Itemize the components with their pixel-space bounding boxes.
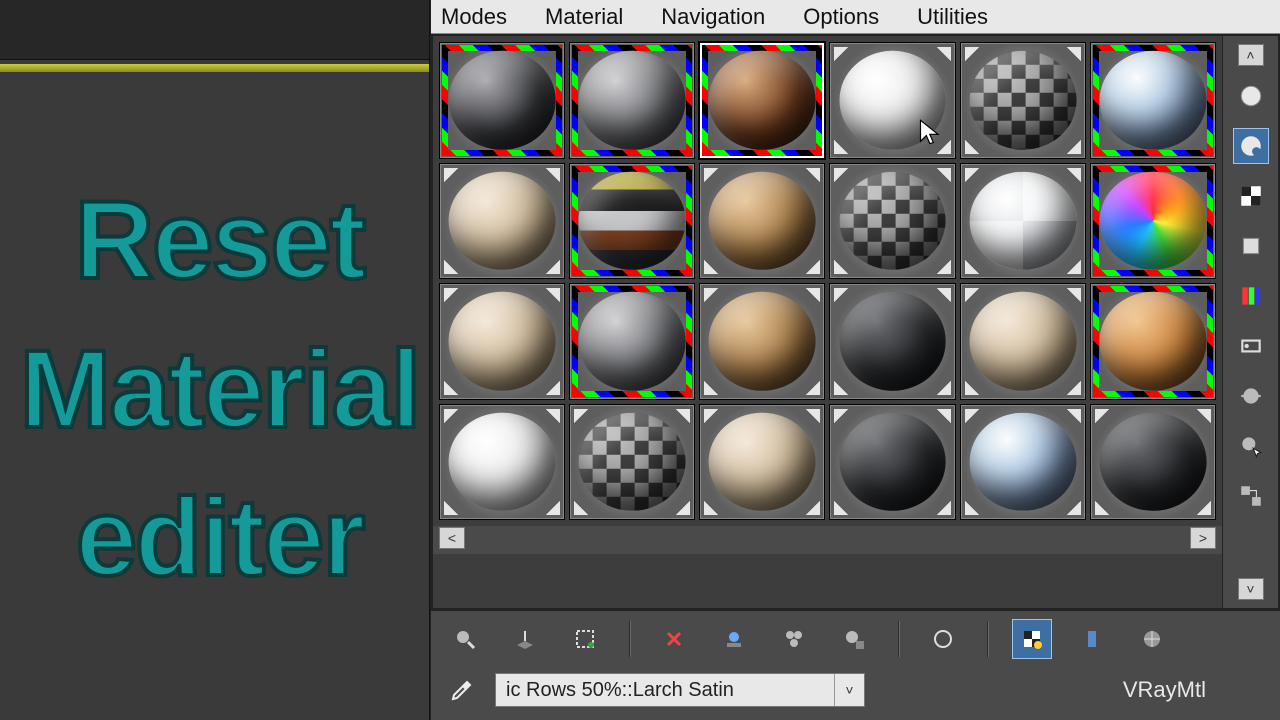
separator <box>898 621 899 657</box>
sample-slot[interactable] <box>960 283 1086 400</box>
go-to-parent-icon[interactable] <box>1012 619 1052 659</box>
separator <box>629 621 630 657</box>
sample-slot[interactable] <box>699 404 825 521</box>
sample-slot[interactable] <box>829 283 955 400</box>
menu-material[interactable]: Material <box>545 4 623 30</box>
video-preview-icon[interactable] <box>1233 328 1269 364</box>
material-sphere-icon <box>1100 292 1207 390</box>
show-in-viewport-icon[interactable] <box>834 619 874 659</box>
backlight-icon[interactable] <box>1233 228 1269 264</box>
horizontal-scrollbar: < > <box>433 526 1222 554</box>
color-check-icon[interactable] <box>1233 278 1269 314</box>
material-sphere-icon <box>579 172 686 270</box>
sample-slot[interactable] <box>829 404 955 521</box>
material-sphere-icon <box>839 413 946 511</box>
material-sphere-icon <box>1100 51 1207 149</box>
material-sphere-icon <box>839 172 946 270</box>
sample-slot[interactable] <box>439 42 565 159</box>
sample-slot[interactable] <box>960 404 1086 521</box>
overlay-line-1: Reset <box>75 167 365 316</box>
menubar: Modes Material Navigation Options Utilit… <box>431 0 1280 34</box>
side-toolbar: ˄ ˅ <box>1222 34 1280 610</box>
material-sphere-icon <box>709 292 816 390</box>
accent-bar <box>0 64 429 72</box>
material-sphere-icon <box>969 51 1076 149</box>
sample-slot[interactable] <box>569 283 695 400</box>
material-sphere-icon <box>1100 413 1207 511</box>
select-by-material-icon[interactable] <box>1233 428 1269 464</box>
eyedropper-icon[interactable] <box>445 673 479 707</box>
sample-slot[interactable] <box>960 42 1086 159</box>
separator <box>987 621 988 657</box>
material-sphere-icon <box>969 413 1076 511</box>
sample-slot[interactable] <box>699 163 825 280</box>
go-forward-icon[interactable] <box>1072 619 1112 659</box>
material-sphere-icon <box>709 413 816 511</box>
bottom-toolbar <box>431 610 1280 666</box>
background-checker-icon[interactable] <box>1233 178 1269 214</box>
menu-utilities[interactable]: Utilities <box>917 4 988 30</box>
material-name-field[interactable]: ˅ <box>495 673 865 707</box>
put-to-library-icon[interactable] <box>714 619 754 659</box>
get-material-icon[interactable] <box>445 619 485 659</box>
material-sphere-icon <box>839 51 946 149</box>
material-sphere-icon <box>449 413 556 511</box>
sample-slot[interactable] <box>439 404 565 521</box>
sample-slot[interactable] <box>439 163 565 280</box>
sample-slot[interactable] <box>1090 163 1216 280</box>
pick-material-icon[interactable] <box>1132 619 1172 659</box>
material-name-row: ˅ VRayMtl <box>431 666 1280 720</box>
show-end-result-icon[interactable] <box>923 619 963 659</box>
scroll-right-button[interactable]: > <box>1190 527 1216 549</box>
sample-slot-grid <box>433 36 1222 526</box>
sample-slot[interactable] <box>829 163 955 280</box>
material-sphere-icon <box>1100 172 1207 270</box>
sample-slot[interactable] <box>699 42 825 159</box>
scroll-up-button[interactable]: ˄ <box>1238 44 1264 66</box>
menu-options[interactable]: Options <box>803 4 879 30</box>
overlay-title: Reset Material editer <box>20 80 419 700</box>
material-sphere-icon <box>709 172 816 270</box>
sample-slot[interactable] <box>699 283 825 400</box>
sample-slot[interactable] <box>960 163 1086 280</box>
sample-slot[interactable] <box>569 42 695 159</box>
sample-slot[interactable] <box>1090 42 1216 159</box>
thumbnail-overlay-panel: Reset Material editer <box>0 0 430 720</box>
material-name-dropdown[interactable]: ˅ <box>834 674 864 706</box>
material-map-nav-icon[interactable] <box>1233 478 1269 514</box>
sample-slot[interactable] <box>439 283 565 400</box>
sample-slot[interactable] <box>569 163 695 280</box>
sample-slot[interactable] <box>1090 404 1216 521</box>
material-type-button[interactable]: VRayMtl <box>1123 677 1266 703</box>
material-sphere-icon <box>579 413 686 511</box>
put-to-scene-icon[interactable] <box>505 619 545 659</box>
scroll-down-button[interactable]: ˅ <box>1238 578 1264 600</box>
material-name-input[interactable] <box>496 679 834 702</box>
scroll-left-button[interactable]: < <box>439 527 465 549</box>
menu-navigation[interactable]: Navigation <box>661 4 765 30</box>
material-sphere-icon <box>839 292 946 390</box>
assign-to-selection-icon[interactable] <box>565 619 605 659</box>
material-editor-window: Modes Material Navigation Options Utilit… <box>430 0 1280 720</box>
overlay-line-3: editer <box>76 464 364 613</box>
material-sphere-icon <box>449 51 556 149</box>
menu-modes[interactable]: Modes <box>441 4 507 30</box>
overlay-line-2: Material <box>20 316 420 465</box>
material-sphere-icon <box>579 51 686 149</box>
viewport-strip <box>0 0 429 60</box>
sample-slot[interactable] <box>569 404 695 521</box>
sample-uv-tiling-icon[interactable] <box>1233 128 1269 164</box>
sample-type-icon[interactable] <box>1233 78 1269 114</box>
sample-slot[interactable] <box>829 42 955 159</box>
material-sphere-icon <box>449 292 556 390</box>
options-icon[interactable] <box>1233 378 1269 414</box>
sample-slot[interactable] <box>1090 283 1216 400</box>
material-sphere-icon <box>969 292 1076 390</box>
material-sphere-icon <box>709 51 816 149</box>
material-sphere-icon <box>969 172 1076 270</box>
material-sphere-icon <box>579 292 686 390</box>
material-id-icon[interactable] <box>774 619 814 659</box>
material-sphere-icon <box>449 172 556 270</box>
reset-map-icon[interactable] <box>654 619 694 659</box>
